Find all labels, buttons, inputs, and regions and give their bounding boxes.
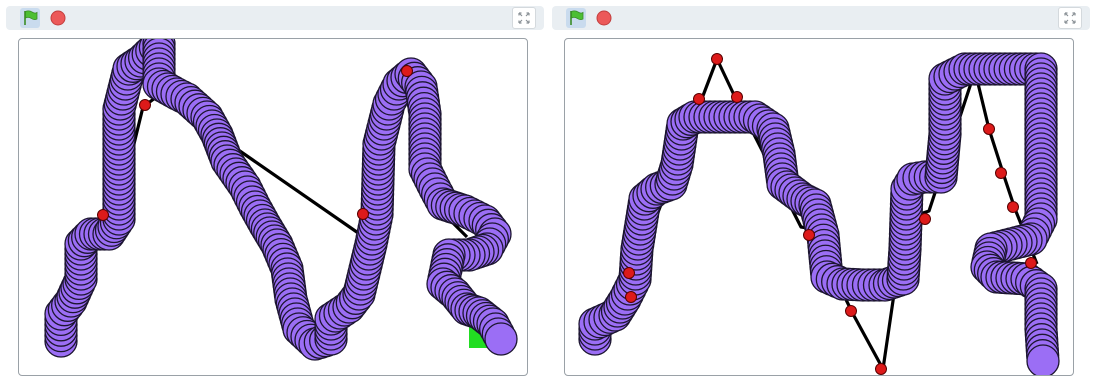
green-flag-icon (24, 10, 38, 25)
stage-canvas[interactable] (564, 38, 1074, 376)
marker-dot (1025, 257, 1037, 269)
marker-dot (623, 267, 635, 279)
sprite-stamp (484, 322, 518, 356)
marker-dot (919, 213, 931, 225)
sprite-stamps (578, 52, 1060, 375)
sprite-stamps (44, 39, 518, 361)
marker-dot (1007, 201, 1019, 213)
sprite-stamp (1026, 344, 1060, 375)
stage-drawing (44, 39, 518, 361)
fullscreen-icon (518, 12, 530, 24)
marker-dot (625, 291, 637, 303)
marker-dot (693, 93, 705, 105)
green-flag-icon (570, 10, 584, 25)
player-toolbar (552, 6, 1090, 30)
marker-dot (995, 167, 1007, 179)
fullscreen-icon (1064, 12, 1076, 24)
player-toolbar (6, 6, 544, 30)
marker-dot (139, 99, 151, 111)
marker-dot (983, 123, 995, 135)
stage-canvas[interactable] (18, 38, 528, 376)
stop-icon (50, 10, 66, 26)
marker-dot (731, 91, 743, 103)
marker-dot (875, 363, 887, 375)
marker-dot (803, 229, 815, 241)
green-flag-button[interactable] (20, 8, 40, 28)
green-flag-button[interactable] (566, 8, 586, 28)
fullscreen-button[interactable] (512, 7, 536, 29)
stage-drawing (578, 52, 1060, 375)
stop-button[interactable] (594, 8, 614, 28)
marker-dot (845, 305, 857, 317)
marker-dot (97, 209, 109, 221)
stop-button[interactable] (48, 8, 68, 28)
fullscreen-button[interactable] (1058, 7, 1082, 29)
stage-player-right (552, 6, 1090, 376)
marker-dot (357, 208, 369, 220)
stage-player-left (6, 6, 544, 376)
marker-dot (711, 53, 723, 65)
marker-dot (401, 65, 413, 77)
stop-icon (596, 10, 612, 26)
